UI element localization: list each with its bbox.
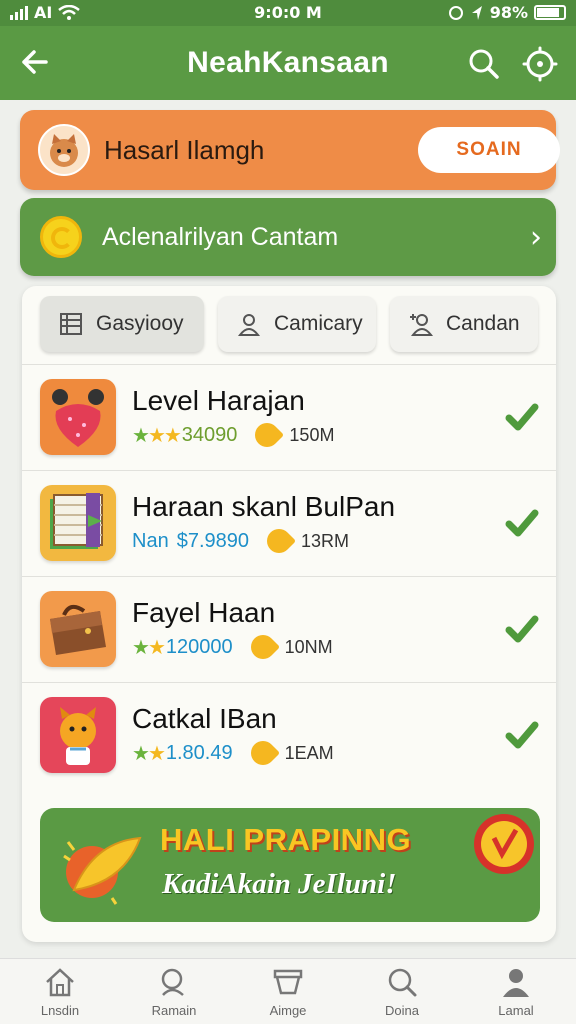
item-title: Fayel Haan [132,597,276,628]
home-icon [46,968,74,997]
list-item[interactable]: Level Harajan ★★★ 34090 150M [22,364,556,470]
badge-seal-icon [474,814,534,874]
list-item[interactable]: Haraan ѕkanl BulPan Nan $7.9890 13RM [22,470,556,576]
item-title: Level Harajan [132,385,305,416]
check-icon [505,403,539,431]
content-panel: Gasyiooy Camicary Candan Level Harajan ★… [22,286,556,942]
item-value: 1.80.49 [165,741,233,764]
battery-percent: 98% [489,3,528,22]
list-item[interactable]: Catkal IBan ★★ 1.80.49 1EAM [22,682,556,788]
banner-headline: HALI PRAPINNG [160,822,412,857]
search-icon [161,968,184,996]
mango-icon [63,836,142,905]
nav-search[interactable]: Ramain [124,965,224,1018]
nav-home[interactable]: Lnsdin [10,965,110,1018]
filter-category[interactable]: Gasyiooy [40,296,204,352]
gear-icon[interactable] [518,42,562,86]
search-icon[interactable] [462,42,506,86]
badge-icon [245,736,280,770]
filter-label: Candan [446,312,520,335]
banner-subline: KadiAkain JeIluni! [162,868,397,900]
nav-discover[interactable]: Doina [352,965,452,1018]
profile-card: Hasarl Ilamgh SOAIN [20,110,560,190]
item-value: $7.9890 [176,529,249,552]
badge-icon [245,630,280,664]
status-bar: AI 9:0:0 M 98% [0,0,576,26]
item-duration: 10NM [284,636,333,657]
check-icon [505,509,539,537]
nav-label: Aimge [269,1003,307,1018]
character-icon [40,697,116,773]
rating-stars: ★★★ [132,423,182,447]
rating-stars: ★★ [132,635,166,659]
check-icon [505,721,539,749]
nav-label: Lamal [498,1003,534,1018]
filter-label: Gasyiooy [96,312,184,335]
coin-icon [40,216,82,258]
avatar [38,124,90,176]
book-icon [40,485,116,561]
achievement-label: Aclenalrilyan Cantam [102,223,339,251]
nav-profile[interactable]: Lamal [466,965,566,1018]
search-icon [388,968,417,997]
item-duration: 13RM [301,530,350,551]
item-meta: Nan $7.9890 13RM [132,524,350,558]
user-icon [237,314,261,336]
battery-icon [534,5,566,20]
profile-name: Hasarl Ilamgh [104,135,265,165]
nav-label: Lnsdin [40,1003,80,1018]
user-add-icon [410,314,434,336]
alarm-icon [448,5,463,20]
join-button[interactable]: SOAIN [418,127,560,173]
list-item[interactable]: Fayel Haan ★★ 120000 10NM [22,576,556,682]
badge-icon [262,524,296,558]
item-meta: ★★ 120000 10NM [132,630,333,664]
app-bar: NeahKansaan [0,26,576,100]
item-duration: 1EAM [284,742,334,763]
item-value: 34090 [181,423,238,446]
item-title: Haraan ѕkanl BulPan [132,491,396,522]
bag-icon [40,591,116,667]
item-label: Nan [132,529,169,552]
item-value: 120000 [165,635,233,658]
item-meta: ★★ 1.80.49 1EAM [132,736,334,770]
rating-stars: ★★ [132,741,166,765]
nav-label: Ramain [151,1003,197,1018]
filter-camicary[interactable]: Camicary [218,296,376,352]
cat-avatar-icon [50,134,78,167]
chat-icon [273,969,303,995]
item-meta: ★★★ 34090 150M [132,418,335,452]
list-icon [60,313,82,335]
nav-messages[interactable]: Aimge [238,965,338,1018]
chevron-right-icon: › [530,220,542,255]
profile-icon [503,969,529,997]
strawberry-icon [40,379,116,455]
item-duration: 150M [289,424,335,445]
badge-icon [250,418,285,452]
achievement-card[interactable]: Aclenalrilyan Cantam › [20,198,556,276]
nav-label: Doina [385,1003,419,1018]
promo-banner[interactable]: HALI PRAPINNG KadiAkain JeIluni! [40,808,540,922]
check-icon [505,615,539,643]
location-icon [471,5,482,20]
bottom-nav: Lnsdin Ramain Aimge Doina Lamal [0,958,576,1024]
filter-label: Camicary [274,312,363,335]
status-right: 98% [448,3,566,22]
item-title: Catkal IBan [132,703,277,734]
filter-candan[interactable]: Candan [390,296,538,352]
